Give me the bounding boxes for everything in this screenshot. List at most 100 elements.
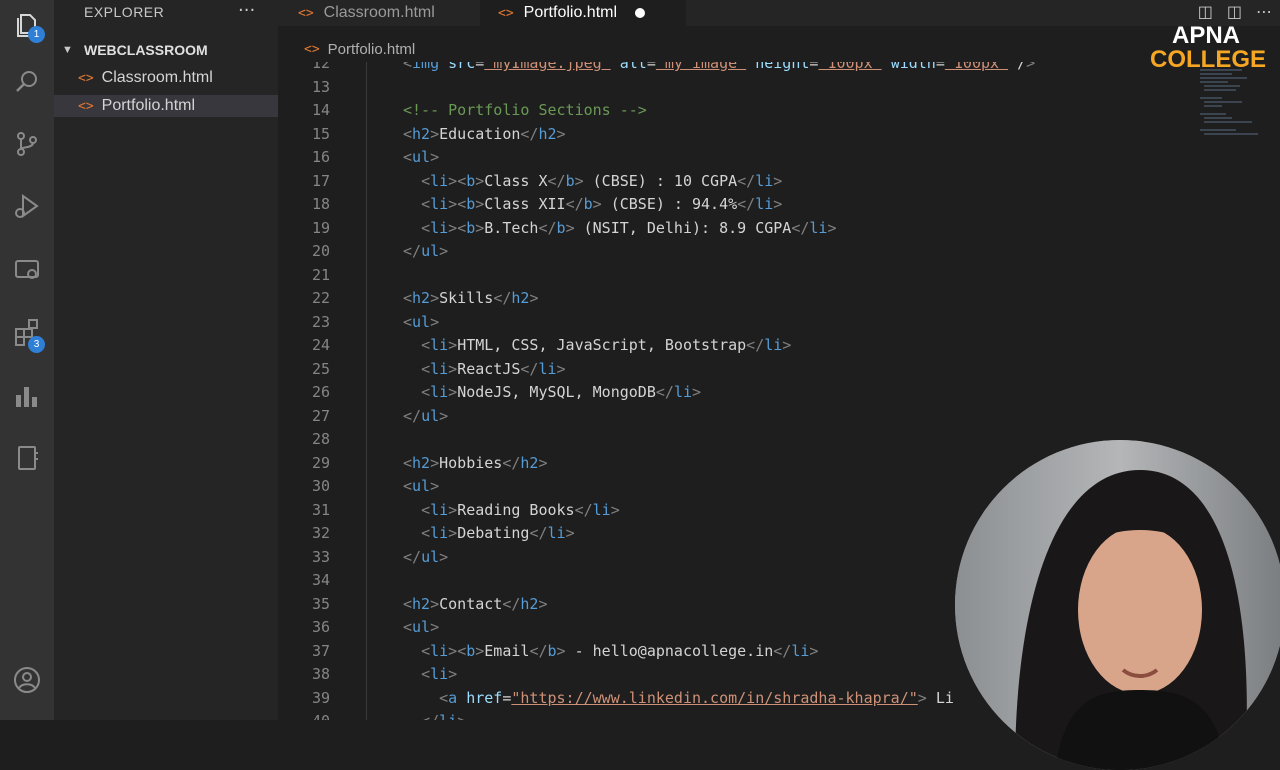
code-line[interactable]: 16 <ul>	[278, 146, 1280, 170]
code-text[interactable]: <h2>Skills</h2>	[403, 287, 538, 311]
source-control-icon[interactable]	[0, 120, 54, 168]
line-number: 35	[311, 594, 330, 613]
code-text[interactable]: <li><b>Email</b> - hello@apnacollege.in<…	[403, 640, 818, 664]
code-line[interactable]: 17 <li><b>Class X</b> (CBSE) : 10 CGPA</…	[278, 170, 1280, 194]
line-number: 33	[311, 547, 330, 566]
notebook-icon[interactable]	[0, 434, 54, 482]
code-text[interactable]: <h2>Contact</h2>	[403, 593, 548, 617]
code-line[interactable]: 13	[278, 76, 1280, 100]
code-text[interactable]: <li>	[403, 663, 457, 687]
search-icon[interactable]	[0, 58, 54, 106]
split-editor-icon[interactable]: ◫	[1227, 2, 1242, 21]
code-text[interactable]: <!-- Portfolio Sections -->	[403, 99, 647, 123]
code-text[interactable]: <h2>Hobbies</h2>	[403, 452, 548, 476]
more-actions-icon[interactable]: ···	[238, 0, 255, 21]
line-number: 14	[311, 101, 330, 119]
breadcrumb-label: Portfolio.html	[327, 40, 416, 58]
code-text[interactable]: <li><b>Class X</b> (CBSE) : 10 CGPA</li>	[403, 170, 782, 194]
line-number: 30	[311, 477, 330, 495]
explorer-sidebar: EXPLORER ··· ▼ WEBCLASSROOM <> Classroom…	[54, 0, 278, 720]
minimap[interactable]	[1192, 64, 1262, 142]
explorer-badge: 1	[28, 26, 45, 43]
code-text[interactable]: </li>	[403, 710, 466, 720]
code-line[interactable]: 25 <li>ReactJS</li>	[278, 358, 1280, 382]
open-preview-icon[interactable]: ◫	[1198, 2, 1213, 21]
run-debug-icon[interactable]	[0, 182, 54, 230]
chevron-down-icon: ▼	[62, 44, 73, 56]
code-text[interactable]: <li><b>Class XII</b> (CBSE) : 94.4%</li>	[403, 193, 782, 217]
code-line[interactable]: 27 </ul>	[278, 405, 1280, 429]
line-number: 13	[311, 77, 330, 96]
code-text[interactable]: <ul>	[403, 616, 439, 640]
line-number: 21	[311, 265, 330, 284]
explorer-title: EXPLORER	[84, 4, 165, 20]
account-icon[interactable]	[0, 656, 54, 704]
file-item-classroom[interactable]: <> Classroom.html	[54, 67, 278, 89]
line-number: 17	[311, 171, 330, 190]
code-text[interactable]: </ul>	[403, 240, 448, 264]
line-number: 38	[311, 665, 330, 683]
code-text[interactable]: <li>Debating</li>	[403, 522, 575, 546]
more-actions-icon[interactable]: ⋯	[1256, 2, 1272, 21]
line-number: 24	[311, 336, 330, 354]
code-text[interactable]: <h2>Education</h2>	[403, 123, 566, 147]
line-number: 27	[311, 406, 330, 425]
html-file-icon: <>	[298, 5, 314, 21]
file-label: Portfolio.html	[101, 97, 196, 114]
code-text[interactable]: <li>HTML, CSS, JavaScript, Bootstrap</li…	[403, 334, 791, 358]
tab-portfolio[interactable]: <> Portfolio.html	[480, 0, 686, 26]
code-line[interactable]: 21	[278, 264, 1280, 288]
extensions-icon[interactable]: 3	[0, 308, 54, 356]
folder-webclassroom[interactable]: ▼ WEBCLASSROOM	[62, 40, 208, 60]
tab-label: Classroom.html	[323, 4, 435, 21]
code-text[interactable]: <img src="myImage.jpeg" alt="my image" h…	[403, 62, 1035, 76]
code-line[interactable]: 18 <li><b>Class XII</b> (CBSE) : 94.4%</…	[278, 193, 1280, 217]
code-text[interactable]: </ul>	[403, 546, 448, 570]
code-text[interactable]: <ul>	[403, 475, 439, 499]
code-line[interactable]: 20 </ul>	[278, 240, 1280, 264]
line-number: 23	[311, 312, 330, 331]
line-number: 40	[278, 710, 330, 720]
code-line[interactable]: 14 <!-- Portfolio Sections -->	[278, 99, 1280, 123]
code-text[interactable]: </ul>	[403, 405, 448, 429]
line-number: 22	[311, 289, 330, 307]
code-line[interactable]: 19 <li><b>B.Tech</b> (NSIT, Delhi): 8.9 …	[278, 217, 1280, 241]
line-number: 18	[311, 195, 330, 213]
code-text[interactable]: <li><b>B.Tech</b> (NSIT, Delhi): 8.9 CGP…	[403, 217, 836, 241]
code-line[interactable]: 23 <ul>	[278, 311, 1280, 335]
code-line[interactable]: 24 <li>HTML, CSS, JavaScript, Bootstrap<…	[278, 334, 1280, 358]
line-number: 37	[311, 641, 330, 660]
code-text[interactable]: <li>ReactJS</li>	[403, 358, 566, 382]
file-label: Classroom.html	[101, 69, 213, 86]
line-number: 12	[311, 62, 330, 72]
apna-college-logo: APNA COLLEGE	[1150, 22, 1267, 73]
line-number: 39	[311, 688, 330, 707]
code-line[interactable]: 22 <h2>Skills</h2>	[278, 287, 1280, 311]
folder-label: WEBCLASSROOM	[84, 42, 208, 58]
chart-icon[interactable]	[0, 372, 54, 420]
webcam-overlay	[955, 440, 1280, 770]
code-text[interactable]: <a href="https://www.linkedin.com/in/shr…	[403, 687, 954, 711]
explorer-icon[interactable]: 1	[0, 0, 54, 48]
code-text[interactable]: <li>NodeJS, MySQL, MongoDB</li>	[403, 381, 701, 405]
line-number: 25	[311, 359, 330, 378]
remote-explorer-icon[interactable]	[0, 246, 54, 294]
code-line[interactable]: 12 <img src="myImage.jpeg" alt="my image"…	[278, 62, 1280, 76]
presenter-image	[955, 440, 1280, 770]
code-text[interactable]: <ul>	[403, 311, 439, 335]
file-item-portfolio[interactable]: <> Portfolio.html	[54, 95, 278, 117]
code-line[interactable]: 26 <li>NodeJS, MySQL, MongoDB</li>	[278, 381, 1280, 405]
breadcrumb[interactable]: <> Portfolio.html	[278, 38, 415, 60]
tab-bar: <> Classroom.html <> Portfolio.html ◫ ◫ …	[278, 0, 1280, 26]
line-number: 16	[311, 148, 330, 166]
line-number: 36	[311, 618, 330, 636]
html-file-icon: <>	[78, 98, 94, 114]
tab-classroom[interactable]: <> Classroom.html	[298, 0, 435, 26]
line-number: 28	[311, 430, 330, 448]
unsaved-dot-icon[interactable]	[635, 8, 646, 18]
code-line[interactable]: 15 <h2>Education</h2>	[278, 123, 1280, 147]
code-text[interactable]: <li>Reading Books</li>	[403, 499, 620, 523]
line-number: 32	[311, 524, 330, 542]
line-number: 26	[311, 383, 330, 401]
code-text[interactable]: <ul>	[403, 146, 439, 170]
